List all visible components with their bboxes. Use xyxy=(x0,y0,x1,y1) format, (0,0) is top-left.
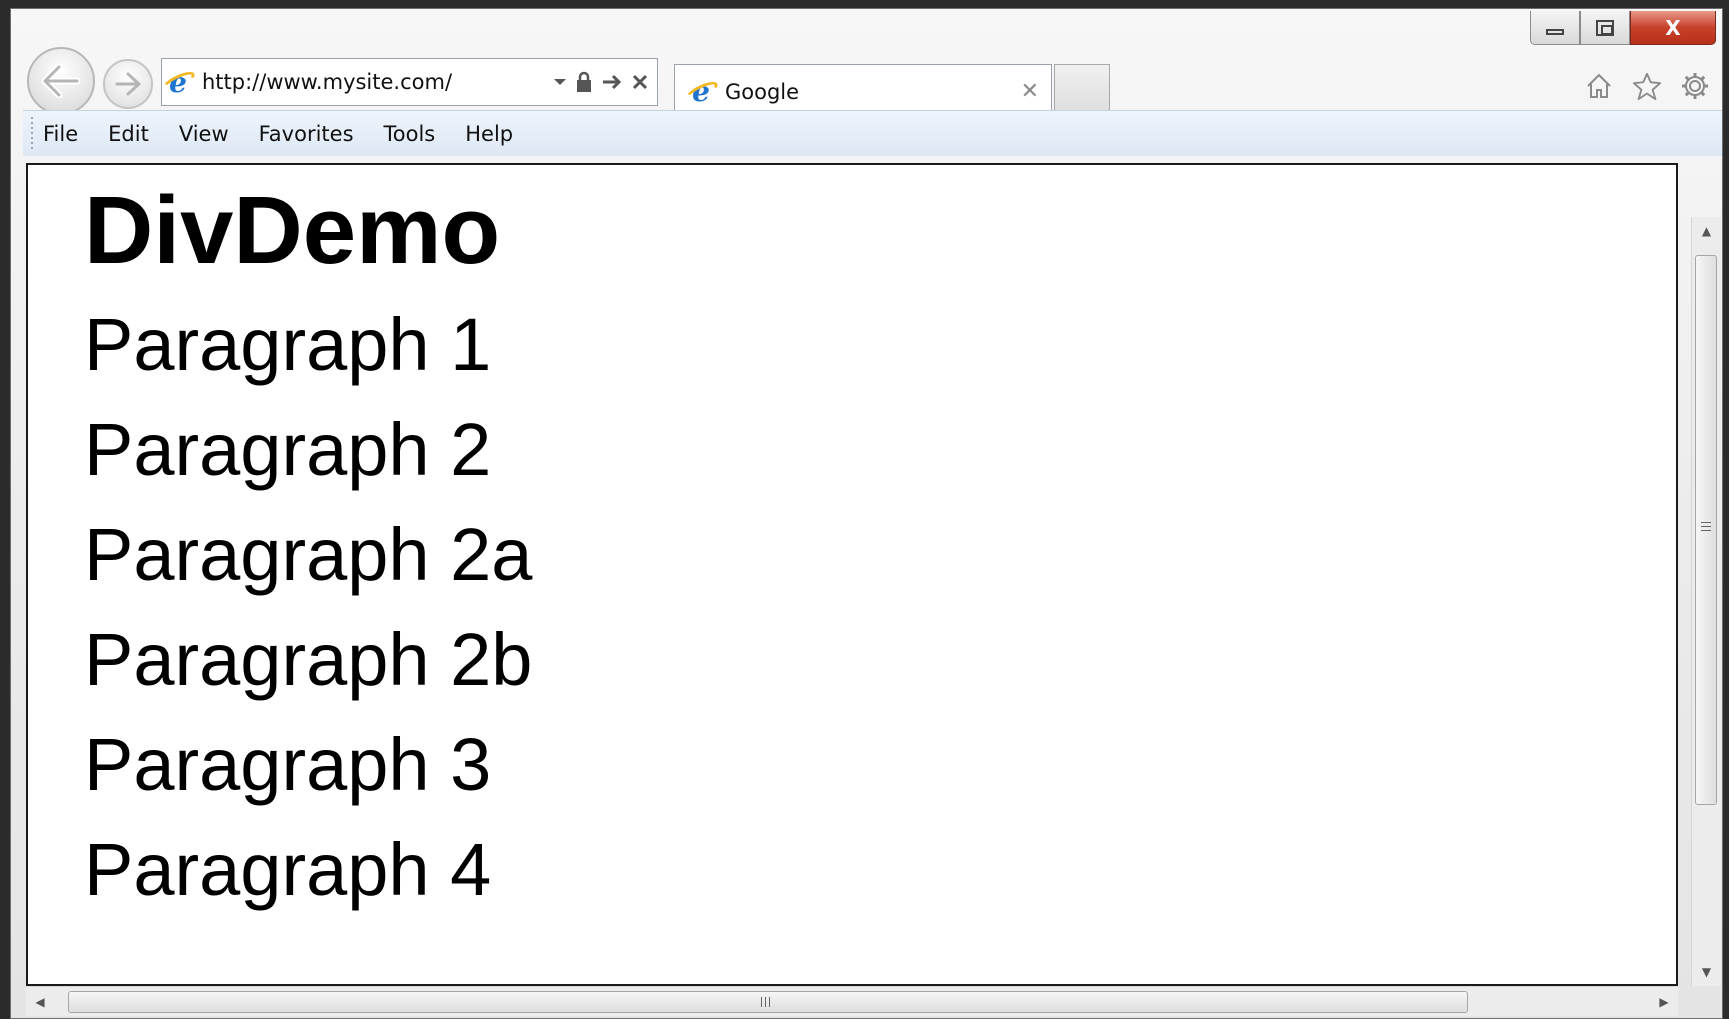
restore-button[interactable] xyxy=(1580,11,1630,45)
back-arrow-icon xyxy=(41,64,81,98)
scroll-down-icon[interactable]: ▼ xyxy=(1692,958,1721,986)
browser-window: X e http://www.mysite.com/ e Google ✕ Fi… xyxy=(10,8,1723,1019)
scroll-right-icon[interactable]: ▶ xyxy=(1650,987,1678,1016)
toolbar-right-icons xyxy=(1584,71,1710,101)
forward-button[interactable] xyxy=(103,59,153,109)
menu-favorites[interactable]: Favorites xyxy=(259,122,354,146)
tab-close-icon[interactable]: ✕ xyxy=(1021,79,1039,104)
thumb-grip-icon xyxy=(1701,522,1711,534)
paragraph-2b: Paragraph 2b xyxy=(84,618,533,701)
menu-file[interactable]: File xyxy=(43,122,78,146)
menu-view[interactable]: View xyxy=(179,122,229,146)
scroll-left-icon[interactable]: ◀ xyxy=(26,987,54,1016)
tab-ie-icon: e xyxy=(685,75,717,108)
horizontal-scrollbar[interactable]: ◀ ▶ xyxy=(26,986,1678,1016)
close-window-button[interactable]: X xyxy=(1630,11,1716,45)
tab-title: Google xyxy=(725,79,800,104)
page-viewport: DivDemo Paragraph 1 Paragraph 2 Paragrap… xyxy=(26,163,1678,986)
vertical-scrollbar[interactable]: ▲ ▼ xyxy=(1691,217,1721,986)
address-input[interactable]: http://www.mysite.com/ xyxy=(202,70,553,94)
address-bar[interactable]: e http://www.mysite.com/ xyxy=(161,58,658,106)
window-controls: X xyxy=(1530,11,1716,47)
gear-icon[interactable] xyxy=(1680,71,1710,101)
menu-bar: File Edit View Favorites Tools Help xyxy=(23,110,1722,156)
minimize-icon xyxy=(1546,28,1564,35)
menubar-grip xyxy=(31,117,33,151)
stop-icon[interactable] xyxy=(631,73,649,91)
vertical-scroll-thumb[interactable] xyxy=(1695,255,1717,805)
lock-icon[interactable] xyxy=(575,71,593,93)
close-icon: X xyxy=(1665,15,1681,40)
ie-icon: e xyxy=(162,66,194,99)
menu-edit[interactable]: Edit xyxy=(108,122,149,146)
dropdown-icon[interactable] xyxy=(553,77,567,87)
go-arrow-icon[interactable] xyxy=(601,73,623,91)
paragraph-2: Paragraph 2 xyxy=(84,408,492,491)
page-heading: DivDemo xyxy=(84,177,501,284)
hthumb-grip-icon xyxy=(761,997,773,1007)
restore-icon xyxy=(1596,19,1614,36)
paragraph-3: Paragraph 3 xyxy=(84,723,492,806)
scroll-up-icon[interactable]: ▲ xyxy=(1692,217,1721,245)
home-icon[interactable] xyxy=(1584,71,1614,101)
minimize-button[interactable] xyxy=(1530,11,1580,45)
back-button[interactable] xyxy=(27,47,95,115)
horizontal-scroll-thumb[interactable] xyxy=(68,991,1468,1013)
paragraph-4: Paragraph 4 xyxy=(84,828,492,911)
paragraph-1: Paragraph 1 xyxy=(84,303,492,386)
forward-arrow-icon xyxy=(115,72,141,96)
address-tools xyxy=(553,71,657,93)
menu-help[interactable]: Help xyxy=(465,122,513,146)
star-icon[interactable] xyxy=(1632,71,1662,101)
paragraph-2a: Paragraph 2a xyxy=(84,513,533,596)
menu-tools[interactable]: Tools xyxy=(384,122,436,146)
